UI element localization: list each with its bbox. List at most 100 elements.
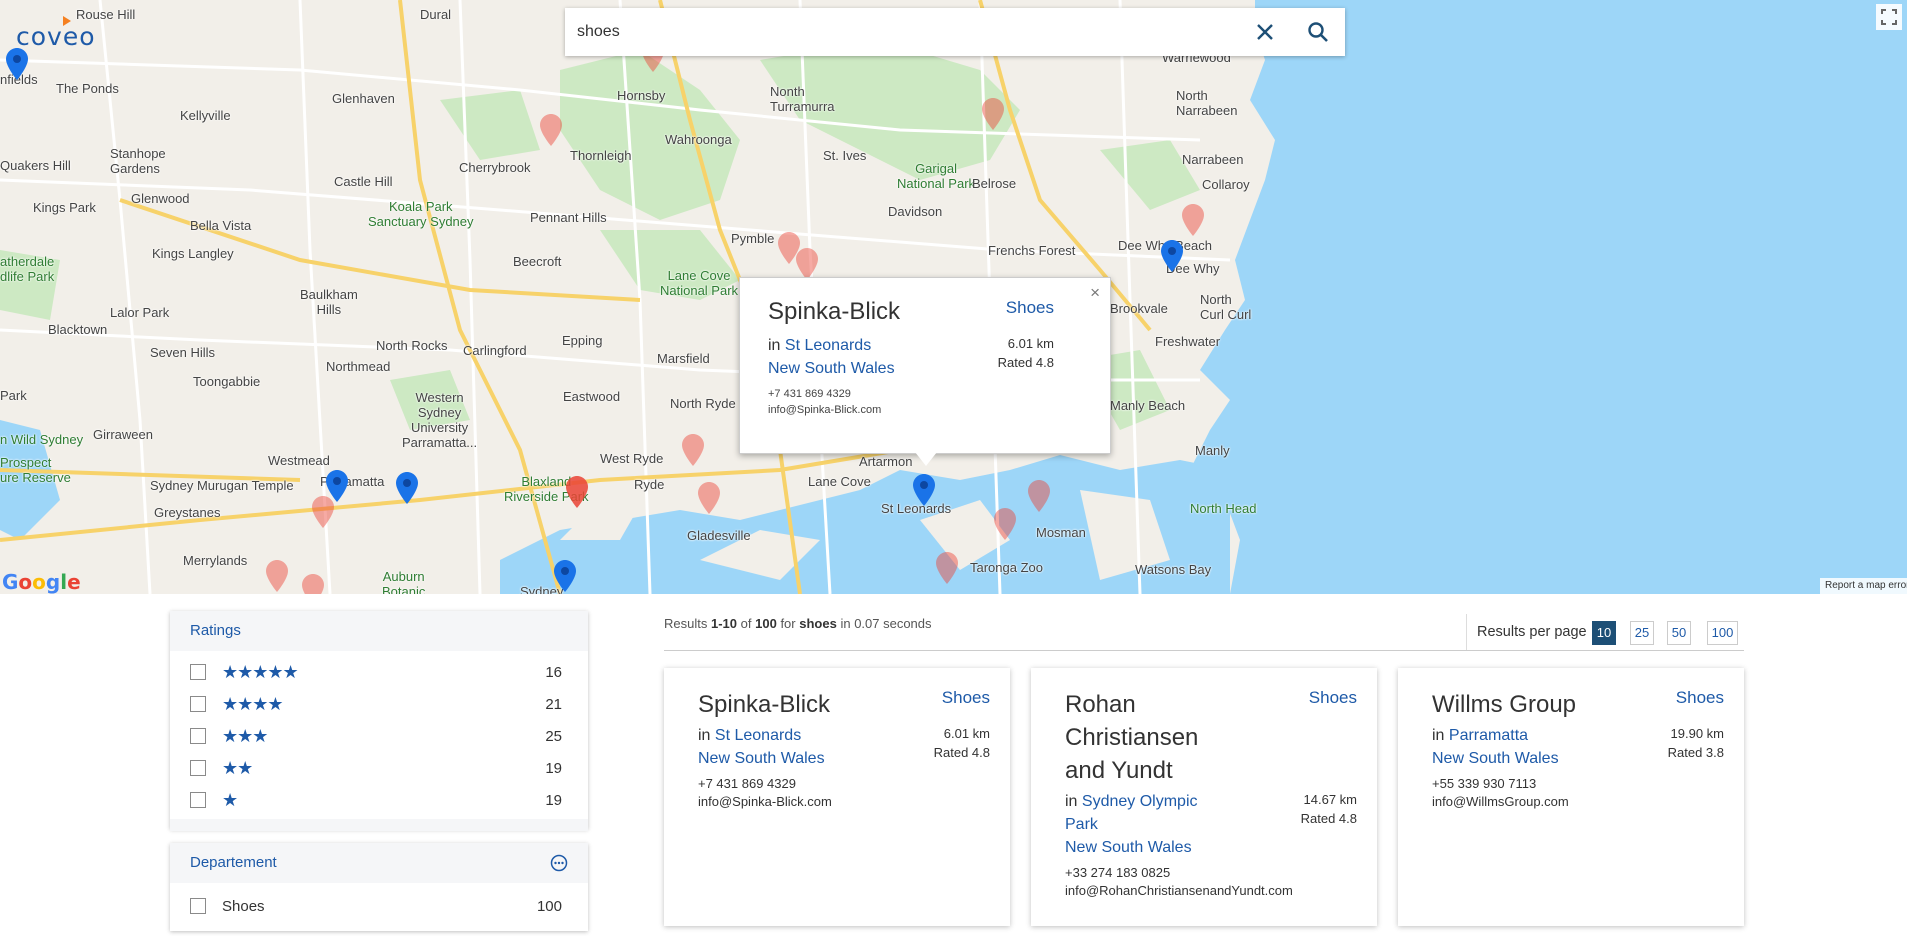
map-label: Frenchs Forest <box>988 243 1076 258</box>
result-city-link[interactable]: Sydney Olympic Park <box>1065 793 1198 833</box>
map-marker-icon[interactable] <box>698 482 720 514</box>
results-per-page-label: Results per page <box>1477 624 1587 640</box>
result-category[interactable]: Shoes <box>1309 688 1357 708</box>
map-label: Quakers Hill <box>0 158 71 173</box>
ratings-facet: Ratings ★★★★★ 16 ★★★★ 21 ★★★ 25 ★★ 19 ★ … <box>170 611 588 831</box>
result-title-link[interactable]: Rohan Christiansen and Yundt <box>1065 688 1225 787</box>
map-label: Artarmon <box>859 454 913 469</box>
result-city-link[interactable]: St Leonards <box>715 727 801 744</box>
result-state-link[interactable]: New South Wales <box>1432 750 1559 767</box>
map-marker-icon[interactable] <box>396 472 418 504</box>
map-label: Beecroft <box>513 254 562 269</box>
selected-map-marker-icon[interactable] <box>913 474 935 506</box>
rating-checkbox[interactable] <box>190 792 206 808</box>
map-label: Baulkham Hills <box>300 287 358 317</box>
result-title-link[interactable]: Spinka-Blick <box>698 688 858 721</box>
result-phone: +7 431 869 4329 <box>698 776 796 791</box>
result-phone: +55 339 930 7113 <box>1432 776 1537 791</box>
map-label: Westmead <box>268 453 330 468</box>
rating-checkbox[interactable] <box>190 728 206 744</box>
result-state-link[interactable]: New South Wales <box>698 750 825 767</box>
map[interactable]: Rouse Hill Dural Warriewood nfields The … <box>0 0 1907 594</box>
popup-store-name[interactable]: Spinka-Blick <box>768 298 900 326</box>
map-label: North Rocks <box>376 338 448 353</box>
star-rating-icon: ★★ <box>222 758 253 779</box>
map-marker-icon[interactable] <box>682 434 704 466</box>
map-marker-icon[interactable] <box>982 98 1004 130</box>
map-marker-icon[interactable] <box>936 552 958 584</box>
department-facet-header: Departement <box>170 843 588 883</box>
result-card: Willms Group Shoes in Parramatta New Sou… <box>1398 668 1744 926</box>
map-label: n Wild Sydney <box>0 432 84 447</box>
map-marker-icon[interactable] <box>302 574 324 594</box>
map-marker-icon[interactable] <box>326 470 348 502</box>
result-category[interactable]: Shoes <box>1676 688 1724 708</box>
map-label: West Ryde <box>600 451 664 466</box>
map-label: St. Ives <box>823 148 867 163</box>
report-map-error-link[interactable]: Report a map error <box>1820 578 1907 594</box>
rating-facet-value[interactable]: ★★ 19 <box>170 753 588 785</box>
result-location: in Sydney Olympic Park New South Wales <box>1065 793 1198 856</box>
map-label: The Ponds <box>56 81 119 96</box>
rating-facet-value[interactable]: ★★★★★ 16 <box>170 657 588 689</box>
map-marker-icon[interactable] <box>566 476 588 508</box>
result-rating: Rated 3.8 <box>1667 745 1724 760</box>
map-label: Hornsby <box>617 88 666 103</box>
result-city-link[interactable]: Parramatta <box>1449 727 1528 744</box>
map-marker-icon[interactable] <box>6 48 28 80</box>
result-title-link[interactable]: Willms Group <box>1432 688 1592 721</box>
result-category[interactable]: Shoes <box>942 688 990 708</box>
star-rating-icon: ★★★ <box>222 726 268 747</box>
facet-count: 25 <box>545 728 562 745</box>
result-rating: Rated 4.8 <box>1300 811 1357 826</box>
ratings-facet-title: Ratings <box>170 611 588 651</box>
map-label: North Ryde <box>670 396 736 411</box>
clear-search-icon[interactable] <box>1253 20 1277 44</box>
map-marker-icon[interactable] <box>1182 204 1204 236</box>
search-input[interactable] <box>575 16 1239 48</box>
popup-email: info@Spinka-Blick.com <box>768 404 882 416</box>
results-per-page-option[interactable]: 25 <box>1630 621 1654 645</box>
map-label: Eastwood <box>563 389 621 404</box>
map-label: Davidson <box>888 204 943 219</box>
result-distance: 14.67 km <box>1303 792 1357 807</box>
map-label: Taronga Zoo <box>970 560 1043 575</box>
map-marker-icon[interactable] <box>994 508 1016 540</box>
popup-distance: 6.01 km <box>1007 336 1054 351</box>
department-checkbox[interactable] <box>190 898 206 914</box>
department-facet-value[interactable]: Shoes 100 <box>170 891 588 923</box>
map-marker-icon[interactable] <box>266 560 288 592</box>
result-contact: +55 339 930 7113 info@WillmsGroup.com <box>1432 775 1569 811</box>
map-marker-icon[interactable] <box>796 248 818 280</box>
popup-close-button[interactable]: × <box>1090 283 1100 303</box>
coveo-logo: coveo <box>16 16 96 51</box>
department-facet-title: Departement <box>190 854 277 871</box>
map-marker-icon[interactable] <box>540 114 562 146</box>
search-icon[interactable] <box>1306 20 1330 44</box>
map-label: Epping <box>562 333 603 348</box>
map-label: Glenhaven <box>332 91 395 106</box>
popup-state-link[interactable]: New South Wales <box>768 360 895 377</box>
map-marker-icon[interactable] <box>554 560 576 592</box>
rating-facet-value[interactable]: ★★★ 25 <box>170 721 588 753</box>
facet-count: 100 <box>536 898 562 915</box>
results-per-page-option[interactable]: 100 <box>1707 621 1738 645</box>
result-state-link[interactable]: New South Wales <box>1065 839 1192 856</box>
fullscreen-icon[interactable] <box>1876 4 1902 30</box>
results-per-page-option[interactable]: 10 <box>1592 621 1616 645</box>
rating-checkbox[interactable] <box>190 664 206 680</box>
more-options-icon[interactable] <box>550 854 568 872</box>
map-label: Cherrybrook <box>459 160 531 175</box>
results-per-page-option[interactable]: 50 <box>1667 621 1691 645</box>
popup-in-word: in <box>768 337 781 354</box>
rating-facet-value[interactable]: ★★★★ 21 <box>170 689 588 721</box>
map-marker-icon[interactable] <box>1028 480 1050 512</box>
map-marker-icon[interactable] <box>1161 240 1183 272</box>
rating-checkbox[interactable] <box>190 696 206 712</box>
popup-city-link[interactable]: St Leonards <box>785 337 871 354</box>
rating-facet-value[interactable]: ★ 19 <box>170 785 588 817</box>
rating-checkbox[interactable] <box>190 760 206 776</box>
popup-category[interactable]: Shoes <box>1006 298 1054 318</box>
popup-distance-rating: 6.01 km Rated 4.8 <box>998 334 1054 372</box>
result-email: info@Spinka-Blick.com <box>698 794 832 809</box>
